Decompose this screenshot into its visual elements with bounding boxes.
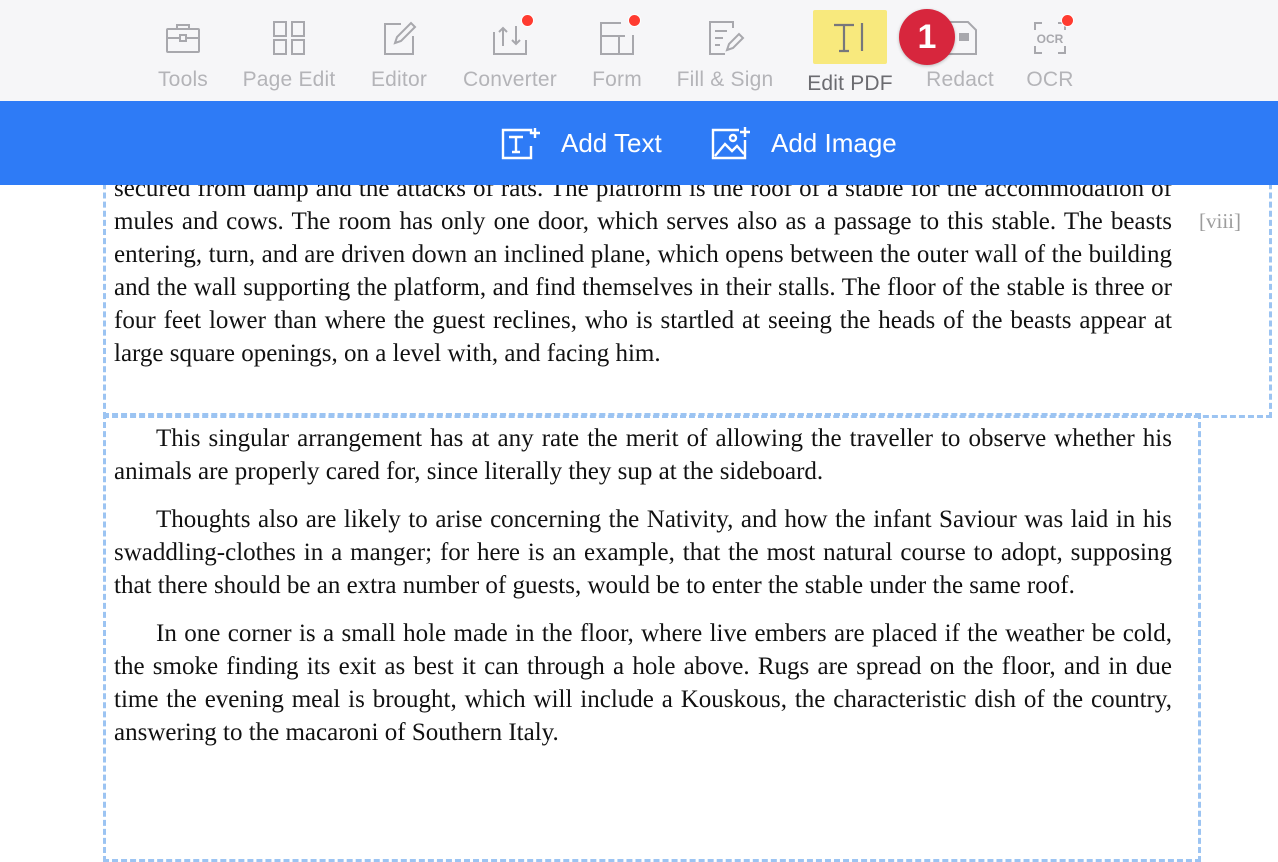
tool-label: Form <box>592 68 642 91</box>
paragraph: Thoughts also are likely to arise concer… <box>114 506 1172 599</box>
tool-form[interactable]: Form <box>584 0 650 101</box>
pencil-square-icon <box>377 16 421 60</box>
tool-label: Editor <box>370 68 428 91</box>
form-icon <box>595 14 641 60</box>
tool-tools[interactable]: Tools <box>148 0 218 101</box>
document-canvas: secured from damp and the attacks of rat… <box>0 185 1278 862</box>
add-image-button[interactable]: Add Image <box>711 101 897 185</box>
tool-ocr[interactable]: OCR OCR <box>1020 0 1080 101</box>
tool-label: OCR <box>1026 68 1074 91</box>
tool-label: Edit PDF <box>807 72 893 95</box>
tool-label: Redact <box>926 68 994 91</box>
paragraph: secured from damp and the attacks of rat… <box>114 185 1172 367</box>
edit-pdf-subbar: Add Text Add Image <box>0 101 1278 185</box>
notification-dot <box>521 14 534 27</box>
ocr-icon-text: OCR <box>1037 32 1064 46</box>
tool-edit-pdf[interactable]: Edit PDF <box>800 0 900 101</box>
tool-label: Fill & Sign <box>676 68 774 91</box>
step-badge: 1 <box>899 9 955 65</box>
main-toolbar: Tools Page Edit Editor Converter Form Fi… <box>0 0 1278 101</box>
add-text-button[interactable]: Add Text <box>501 101 662 185</box>
tool-label: Tools <box>157 68 209 91</box>
convert-icon <box>488 14 534 60</box>
text-block-1[interactable]: secured from damp and the attacks of rat… <box>114 185 1172 370</box>
tool-editor[interactable]: Editor <box>364 0 434 101</box>
notification-dot <box>628 14 641 27</box>
grid-icon <box>267 16 311 60</box>
add-text-icon <box>501 128 540 160</box>
add-image-icon <box>711 127 750 160</box>
text-block-2[interactable]: This singular arrangement has at any rat… <box>114 422 1172 764</box>
paragraph: In one corner is a small hole made in th… <box>114 620 1172 746</box>
add-image-label: Add Image <box>771 127 897 158</box>
notification-dot <box>1061 14 1074 27</box>
tool-converter[interactable]: Converter <box>456 0 564 101</box>
ocr-icon: OCR <box>1028 14 1074 60</box>
text-cursor-icon <box>813 10 887 64</box>
tool-fill-sign[interactable]: Fill & Sign <box>670 0 780 101</box>
tool-label: Page Edit <box>242 68 336 91</box>
margin-page-number: [viii] <box>1199 209 1241 233</box>
tool-page-edit[interactable]: Page Edit <box>236 0 342 101</box>
paragraph: This singular arrangement has at any rat… <box>114 425 1172 485</box>
add-text-label: Add Text <box>561 127 662 158</box>
toolbox-icon <box>161 16 205 60</box>
tool-label: Converter <box>462 68 557 91</box>
sign-icon <box>703 16 747 60</box>
